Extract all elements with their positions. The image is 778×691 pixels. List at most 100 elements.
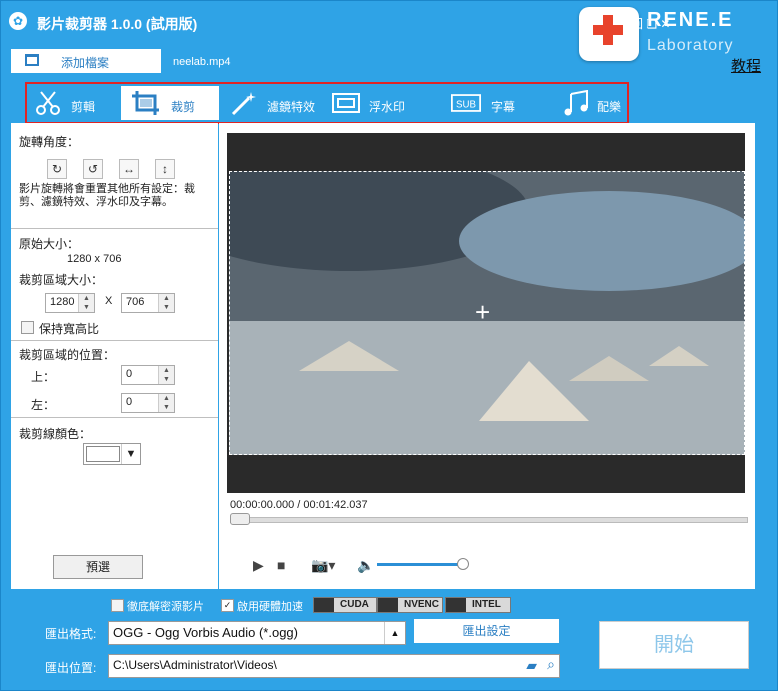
flip-vertical-button[interactable]: ↕: [155, 159, 175, 179]
size-separator: X: [105, 295, 113, 307]
chevron-up-icon[interactable]: ▲: [384, 622, 405, 644]
original-size-label: 原始大小：: [19, 237, 80, 251]
nvidia-logo-icon: [378, 598, 398, 612]
rotate-cw-icon: ↻: [51, 162, 63, 176]
top-offset-stepper[interactable]: 0 ▲ ▼: [121, 365, 175, 385]
intel-logo-icon: [446, 598, 466, 612]
cuda-badge: CUDA: [313, 597, 377, 613]
play-icon[interactable]: ▶: [253, 557, 264, 574]
intel-badge: INTEL: [445, 597, 511, 613]
brand-logo: [579, 7, 639, 61]
output-path-value: C:\Users\Administrator\Videos\: [113, 658, 277, 672]
tab-subtitle[interactable]: SUB 字幕: [451, 86, 541, 120]
deinterlace-checkbox[interactable]: [111, 599, 124, 612]
left-offset-stepper[interactable]: 0 ▲ ▼: [121, 393, 175, 413]
tab-subtitle-label: 字幕: [491, 100, 516, 114]
volume-slider[interactable]: [377, 558, 469, 570]
crop-width-value: 1280: [50, 296, 75, 308]
divider: [11, 228, 218, 229]
seek-bar[interactable]: [230, 513, 748, 525]
edit-toolbar: 剪輯 裁剪 濾鏡特效 浮水印 SUB 字幕 配樂: [25, 82, 629, 124]
timecode: 00:00:00.000 / 00:01:42.037: [230, 499, 368, 511]
preview-panel: + 00:00:00.000 / 00:01:42.037 ▶ ■ 📷▾ 🔈: [219, 123, 755, 589]
crosshair-icon: +: [475, 297, 491, 327]
hw-accel-checkbox[interactable]: ✓: [221, 599, 234, 612]
tab-filters[interactable]: 濾鏡特效: [227, 86, 327, 120]
crop-settings-panel: 旋轉角度： ↻ ↺ ↔ ↕ 影片旋轉將會重置其他所有設定：裁剪、濾鏡特效、浮水印…: [11, 123, 218, 589]
film-reel-icon: ✿: [9, 12, 27, 30]
tab-cut-label: 剪輯: [71, 100, 96, 114]
crop-height-stepper[interactable]: 706 ▲ ▼: [121, 293, 175, 313]
seek-handle[interactable]: [230, 513, 250, 525]
rotate-ccw-button[interactable]: ↺: [83, 159, 103, 179]
format-label: 匯出格式:: [45, 627, 97, 641]
rotate-ccw-icon: ↺: [87, 162, 99, 176]
format-select[interactable]: OGG - Ogg Vorbis Audio (*.ogg) ▲: [108, 621, 406, 645]
stepper-arrows-icon[interactable]: ▲ ▼: [158, 366, 174, 384]
nvidia-logo-icon: [314, 598, 334, 612]
left-offset-value: 0: [126, 396, 133, 408]
search-icon[interactable]: ⌕: [547, 656, 555, 673]
output-path-field[interactable]: C:\Users\Administrator\Videos\ ▰ ⌕: [108, 654, 560, 678]
app-window: ✿ 影片裁剪器 1.0.0 (試用版) 回 ❏ ✕ RENE.E Laborat…: [0, 0, 778, 691]
brand-sub: Laboratory: [647, 37, 734, 54]
music-icon: [564, 90, 588, 116]
magic-wand-icon: [231, 92, 256, 116]
hw-accel-label: 啟用硬體加速: [237, 601, 303, 613]
stepper-arrows-icon[interactable]: ▲ ▼: [158, 394, 174, 412]
chevron-down-icon[interactable]: ▼: [121, 444, 140, 464]
start-button[interactable]: 開始: [599, 621, 749, 669]
color-swatch: [86, 446, 120, 462]
rotation-title: 旋轉角度：: [19, 135, 80, 149]
left-label: 左：: [31, 398, 56, 412]
flip-vertical-icon: ↕: [162, 162, 168, 176]
watermark-icon: [332, 93, 360, 113]
tab-cut[interactable]: 剪輯: [29, 86, 121, 120]
top-offset-value: 0: [126, 368, 133, 380]
file-name: neelab.mp4: [173, 56, 231, 68]
crop-size-label: 裁剪區域大小：: [19, 273, 104, 287]
stop-icon[interactable]: ■: [277, 557, 285, 573]
add-file-label: 添加檔案: [61, 56, 110, 70]
line-color-label: 裁剪線顏色：: [19, 427, 92, 441]
flip-horizontal-button[interactable]: ↔: [119, 159, 139, 179]
folder-icon[interactable]: ▰: [526, 657, 537, 674]
volume-icon[interactable]: 🔈: [357, 557, 374, 574]
tab-music[interactable]: 配樂: [557, 86, 623, 120]
position-label: 裁剪區域的位置：: [19, 348, 116, 362]
tab-watermark-label: 浮水印: [369, 100, 406, 114]
camera-icon[interactable]: 📷▾: [311, 557, 335, 574]
rotation-note: 影片旋轉將會重置其他所有設定：裁剪、濾鏡特效、浮水印及字幕。: [19, 183, 195, 208]
stepper-arrows-icon[interactable]: ▲ ▼: [78, 294, 94, 312]
keep-ratio-checkbox[interactable]: [21, 321, 34, 334]
crop-width-stepper[interactable]: 1280 ▲ ▼: [45, 293, 95, 313]
line-color-picker[interactable]: ▼: [83, 443, 141, 465]
keep-ratio-label: 保持寬高比: [39, 322, 100, 336]
stepper-arrows-icon[interactable]: ▲ ▼: [158, 294, 174, 312]
tab-crop[interactable]: 裁剪: [121, 86, 219, 120]
add-file-button[interactable]: 添加檔案: [11, 49, 161, 73]
crop-icon: [132, 91, 159, 115]
export-bar: 徹底解密源影片 ✓ 啟用硬體加速 CUDA NVENC INTEL 匯出格式: …: [1, 591, 777, 690]
preset-button[interactable]: 預選: [53, 555, 143, 579]
original-size-value: 1280 x 706: [67, 253, 122, 265]
deinterlace-label: 徹底解密源影片: [127, 601, 204, 613]
tutorial-link[interactable]: 教程: [731, 55, 761, 76]
divider: [11, 417, 218, 418]
rotate-cw-button[interactable]: ↻: [47, 159, 67, 179]
output-path-label: 匯出位置:: [45, 661, 97, 675]
output-settings-button[interactable]: 匯出設定: [414, 619, 559, 643]
add-file-icon: [25, 54, 39, 66]
subtitle-icon: SUB: [451, 94, 481, 112]
video-preview[interactable]: +: [227, 133, 745, 493]
volume-handle[interactable]: [457, 558, 469, 570]
format-value: OGG - Ogg Vorbis Audio (*.ogg): [113, 625, 298, 640]
tab-watermark[interactable]: 浮水印: [329, 86, 429, 120]
crop-height-value: 706: [126, 296, 145, 308]
svg-text:SUB: SUB: [456, 99, 476, 110]
flip-horizontal-icon: ↔: [123, 162, 135, 176]
cut-icon: [36, 91, 60, 115]
nvenc-badge: NVENC: [377, 597, 443, 613]
title-bar: ✿ 影片裁剪器 1.0.0 (試用版) 回 ❏ ✕ RENE.E Laborat…: [1, 1, 777, 61]
divider: [11, 340, 218, 341]
